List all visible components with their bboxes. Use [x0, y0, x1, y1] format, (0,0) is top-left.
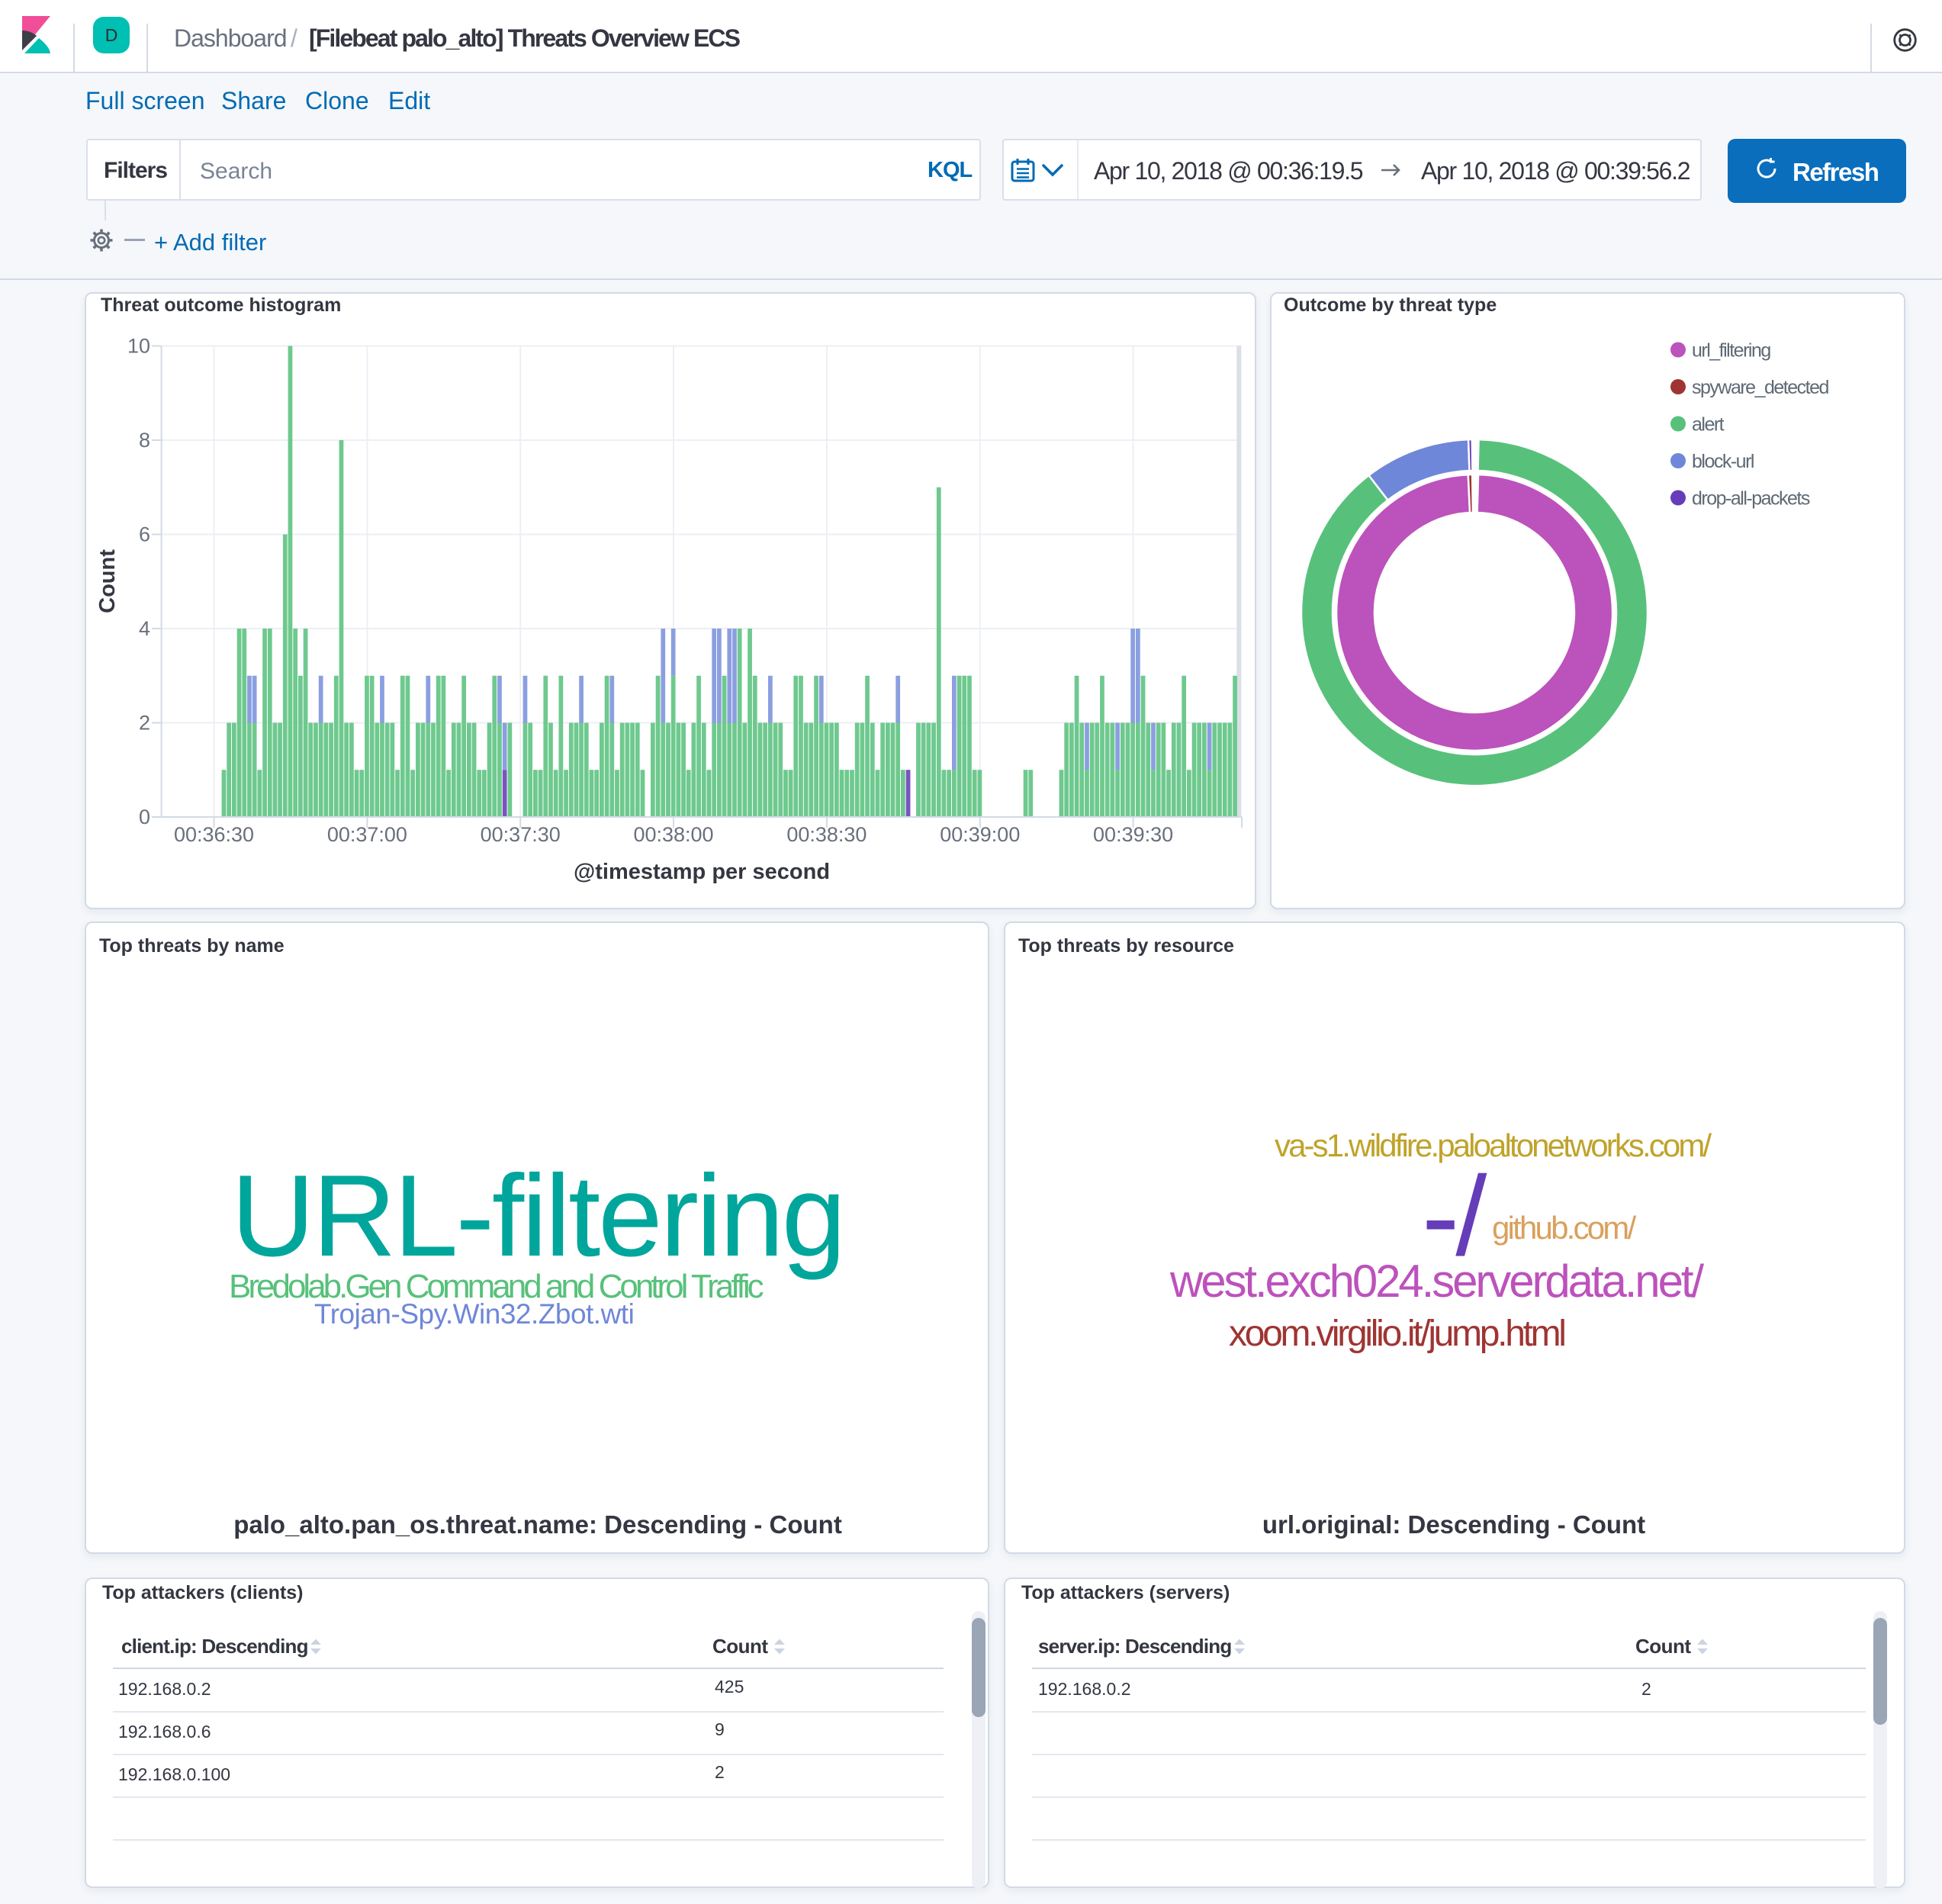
svg-text:block-url: block-url — [1692, 451, 1754, 472]
svg-text:url_filtering: url_filtering — [1692, 340, 1770, 362]
svg-text:drop-all-packets: drop-all-packets — [1692, 488, 1810, 510]
svg-text:alert: alert — [1692, 414, 1725, 436]
svg-text:spyware_detected: spyware_detected — [1692, 377, 1829, 398]
